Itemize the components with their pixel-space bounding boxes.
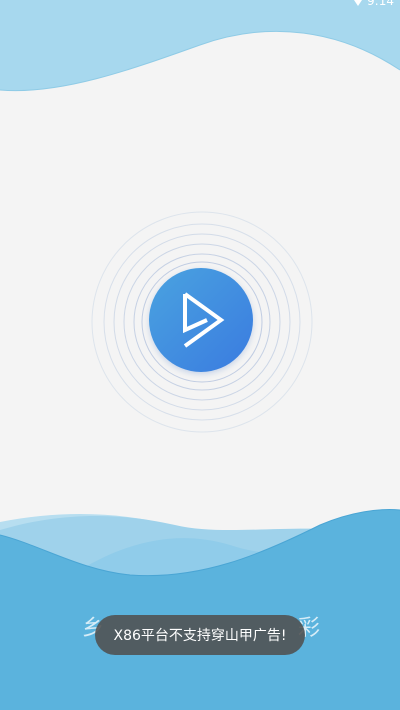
status-bar: 9:14 bbox=[353, 0, 394, 8]
toast-text: X86平台不支持穿山甲广告! bbox=[113, 628, 287, 644]
status-time: 9:14 bbox=[367, 0, 394, 8]
toast-message: X86平台不支持穿山甲广告! bbox=[95, 615, 305, 655]
splash-screen: 9:14 乡 彩 X86平台不支持穿山甲广告! bbox=[0, 0, 400, 710]
bottom-wave-decoration bbox=[0, 509, 400, 710]
app-logo-button[interactable] bbox=[149, 268, 253, 372]
top-wave-decoration bbox=[0, 0, 400, 92]
location-icon bbox=[354, 0, 363, 6]
play-triangle-icon bbox=[183, 292, 225, 348]
